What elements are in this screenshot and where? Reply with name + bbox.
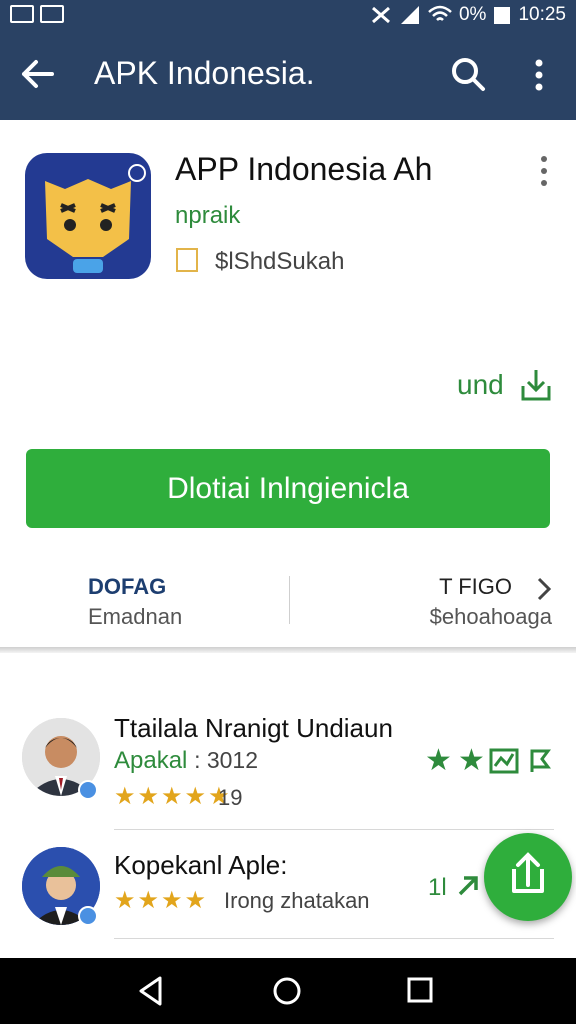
app-bar-title: APK Indonesia. bbox=[94, 55, 315, 91]
star-icon: ★ bbox=[425, 744, 452, 777]
review-number: : 3012 bbox=[194, 747, 259, 773]
wifi-icon bbox=[428, 5, 452, 21]
review-sub-label: Apakal bbox=[114, 747, 188, 774]
verified-badge bbox=[78, 906, 98, 926]
battery-icon bbox=[494, 7, 511, 24]
share-button[interactable] bbox=[484, 833, 572, 921]
review-rating-count: Irong zhatakan bbox=[224, 888, 370, 913]
review-author: Ttailala Nranigt Undiaun bbox=[114, 713, 393, 743]
mute-icon bbox=[371, 6, 390, 24]
install-button[interactable]: Dlotiai Inlngienicla bbox=[26, 449, 550, 528]
share-icon bbox=[512, 852, 544, 893]
app-name: APP Indonesia Ah bbox=[175, 151, 433, 187]
app-category: $lShdSukah bbox=[215, 248, 345, 275]
info-left-subtitle: Emadnan bbox=[88, 604, 183, 629]
back-arrow-icon[interactable] bbox=[18, 54, 58, 94]
review-side-number: 1l bbox=[428, 874, 447, 901]
chart-icon[interactable] bbox=[489, 748, 519, 774]
review-divider bbox=[114, 829, 554, 830]
info-left-title: DOFAG bbox=[88, 574, 167, 599]
info-divider bbox=[289, 576, 290, 624]
chart-notification-icon bbox=[40, 5, 64, 23]
search-icon[interactable] bbox=[450, 56, 486, 92]
more-vert-icon[interactable] bbox=[528, 58, 550, 92]
review-divider bbox=[114, 938, 554, 939]
status-bar: 0% 10:25 bbox=[0, 0, 576, 30]
download-icon[interactable] bbox=[520, 368, 552, 402]
clock: 10:25 bbox=[518, 4, 566, 25]
app-more-icon[interactable] bbox=[535, 155, 553, 187]
status-right: 0% 10:25 bbox=[369, 4, 566, 26]
developer-link[interactable]: npraik bbox=[175, 202, 240, 230]
app-bar: APK Indonesia. bbox=[0, 30, 576, 120]
chevron-right-icon[interactable] bbox=[534, 576, 554, 602]
star-icon: ★ bbox=[458, 744, 485, 777]
battery-percent: 0% bbox=[458, 4, 487, 25]
system-nav-bar bbox=[0, 958, 576, 1024]
status-notification-icons bbox=[10, 5, 64, 23]
review-rating-count: 19 bbox=[218, 785, 243, 810]
nav-back-icon[interactable] bbox=[136, 975, 166, 1007]
rating-stars: ★★★★ bbox=[114, 887, 209, 914]
trend-arrow-icon bbox=[458, 876, 478, 896]
info-right-title[interactable]: T FIGO bbox=[439, 574, 512, 600]
verified-badge bbox=[78, 780, 98, 800]
signal-strength-icon bbox=[400, 6, 419, 24]
app-icon bbox=[25, 153, 151, 279]
rating-stars: ★★★★★ bbox=[114, 783, 232, 810]
review-subtitle: Apakal : 3012 bbox=[114, 747, 258, 775]
review-author: Kopekanl Aple: bbox=[114, 850, 288, 880]
section-divider bbox=[0, 647, 576, 653]
info-right-subtitle: $ehoahoaga bbox=[429, 604, 552, 629]
content-rating-icon bbox=[176, 248, 198, 272]
nav-home-icon[interactable] bbox=[272, 976, 302, 1006]
app-size-label: und bbox=[457, 369, 504, 400]
flag-icon[interactable] bbox=[528, 748, 552, 774]
image-notification-icon bbox=[10, 5, 34, 23]
nav-recents-icon[interactable] bbox=[406, 976, 434, 1004]
